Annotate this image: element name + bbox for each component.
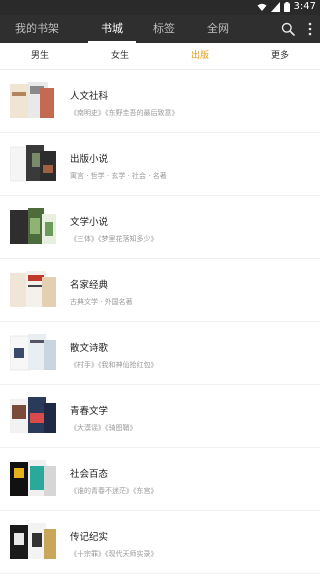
- subtab-female[interactable]: 女生: [80, 43, 160, 69]
- category-subtitle: 古典文学 · 外国名著: [70, 298, 133, 306]
- battery-icon: [283, 1, 290, 12]
- subtab-published[interactable]: 出版: [160, 43, 240, 69]
- top-navigation: 我的书架 书城 标签 全网: [0, 15, 320, 43]
- search-icon[interactable]: [280, 21, 296, 37]
- category-list: 人文社科 《南明史》《东野圭吾的最后致意》 出版小说 寓言 · 哲学 · 玄学 …: [0, 70, 320, 574]
- list-item[interactable]: 名家经典 古典文学 · 外国名著: [0, 259, 320, 322]
- tab-bookstore[interactable]: 书城: [92, 15, 132, 43]
- book-cover-stack: [10, 460, 56, 496]
- book-cover-stack: [10, 145, 56, 182]
- tab-tags[interactable]: 标签: [144, 15, 184, 43]
- category-title: 青春文学: [70, 406, 109, 417]
- subtab-more[interactable]: 更多: [240, 43, 320, 69]
- category-title: 出版小说: [70, 154, 109, 165]
- list-item[interactable]: 传记纪实 《十宗罪》《现代天师实录》: [0, 511, 320, 574]
- list-item[interactable]: 社会百态 《谁的青春不迷茫》《东宫》: [0, 448, 320, 511]
- wifi-icon: [257, 3, 267, 11]
- category-title: 传记纪实: [70, 532, 109, 543]
- category-title: 名家经典: [70, 280, 109, 291]
- category-title: 社会百态: [70, 469, 109, 480]
- category-subtitle: 《三体》《梦里花落知多少》: [70, 235, 158, 243]
- category-subtitle: 《谁的青春不迷茫》《东宫》: [70, 487, 158, 495]
- category-subtitle: 《村手》《我和神仙抢红包》: [70, 361, 158, 369]
- book-cover-stack: [10, 271, 56, 307]
- book-cover-stack: [10, 82, 54, 118]
- list-item[interactable]: 文学小说 《三体》《梦里花落知多少》: [0, 196, 320, 259]
- list-item[interactable]: 出版小说 寓言 · 哲学 · 玄学 · 社会 · 名著: [0, 133, 320, 196]
- book-cover-stack: [10, 208, 56, 244]
- category-subtitle: 《大漠谣》《骑图鞘》: [70, 424, 137, 432]
- status-time: 3:47: [293, 1, 316, 12]
- category-subtitle: 《十宗罪》《现代天师实录》: [70, 550, 158, 558]
- book-cover-stack: [10, 397, 56, 433]
- tab-my-bookshelf[interactable]: 我的书架: [10, 15, 64, 43]
- signal-icon: [270, 1, 280, 12]
- sub-tabs: 男生 女生 出版 更多: [0, 43, 320, 70]
- book-cover-stack: [10, 523, 56, 559]
- category-title: 文学小说: [70, 217, 109, 228]
- status-bar: 3:47: [0, 0, 320, 15]
- list-item[interactable]: 散文诗歌 《村手》《我和神仙抢红包》: [0, 322, 320, 385]
- status-right: 3:47: [257, 1, 316, 12]
- more-vertical-icon[interactable]: [302, 21, 318, 37]
- category-title: 散文诗歌: [70, 343, 109, 354]
- category-title: 人文社科: [70, 91, 109, 102]
- category-subtitle: 寓言 · 哲学 · 玄学 · 社会 · 名著: [70, 172, 167, 180]
- book-cover-stack: [10, 334, 56, 371]
- tab-whole-web[interactable]: 全网: [198, 15, 238, 43]
- subtab-male[interactable]: 男生: [0, 43, 80, 69]
- list-item[interactable]: 青春文学 《大漠谣》《骑图鞘》: [0, 385, 320, 448]
- category-subtitle: 《南明史》《东野圭吾的最后致意》: [70, 109, 179, 117]
- list-item[interactable]: 人文社科 《南明史》《东野圭吾的最后致意》: [0, 70, 320, 133]
